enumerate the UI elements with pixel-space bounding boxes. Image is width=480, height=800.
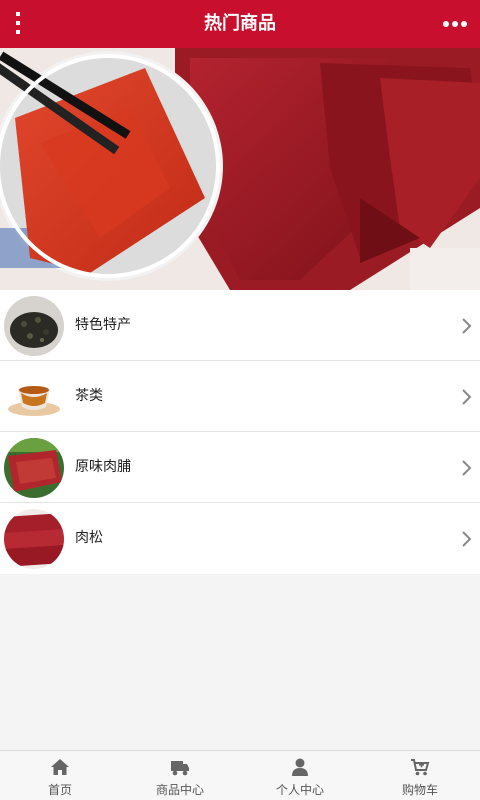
tab-label: 商品中心 (155, 783, 204, 797)
tea-thumbnail (4, 367, 64, 427)
tab-cart[interactable]: 购物车 (360, 751, 480, 800)
chevron-right-icon (462, 389, 472, 405)
tab-products[interactable]: 商品中心 (120, 751, 240, 800)
list-item-floss[interactable]: 肉松 (0, 503, 480, 574)
tab-label: 购物车 (401, 783, 438, 797)
banner-carousel[interactable] (0, 48, 480, 290)
list-item-label: 原味肉脯 (75, 459, 131, 475)
list-item-tea[interactable]: 茶类 (0, 361, 480, 432)
user-icon (292, 758, 308, 776)
tab-label: 个人中心 (275, 783, 324, 797)
category-list: 特色特产 茶类 原味肉脯 肉松 (0, 290, 480, 574)
tab-home[interactable]: 首页 (0, 751, 120, 800)
specialty-thumbnail (4, 296, 64, 356)
jerky-thumbnail (4, 438, 64, 498)
top-bar: 热门商品 (0, 0, 480, 48)
tab-profile[interactable]: 个人中心 (240, 751, 360, 800)
list-item-label: 特色特产 (75, 317, 131, 333)
horizontal-dots-icon (443, 21, 467, 27)
chevron-right-icon (462, 531, 472, 547)
chevron-right-icon (462, 318, 472, 334)
more-button[interactable] (442, 4, 470, 44)
floss-thumbnail (4, 509, 64, 569)
list-item-label: 茶类 (75, 388, 103, 404)
list-item-specialty[interactable]: 特色特产 (0, 290, 480, 361)
bottom-tab-bar: 首页 商品中心 个人中心 购物车 (0, 750, 480, 800)
page-title: 热门商品 (204, 13, 276, 34)
list-item-jerky[interactable]: 原味肉脯 (0, 432, 480, 503)
truck-icon (171, 761, 189, 776)
banner-image (0, 48, 480, 290)
chevron-right-icon (462, 460, 472, 476)
home-icon (51, 759, 69, 775)
cart-icon (411, 759, 430, 776)
list-item-label: 肉松 (75, 530, 103, 546)
tab-label: 首页 (47, 783, 72, 797)
